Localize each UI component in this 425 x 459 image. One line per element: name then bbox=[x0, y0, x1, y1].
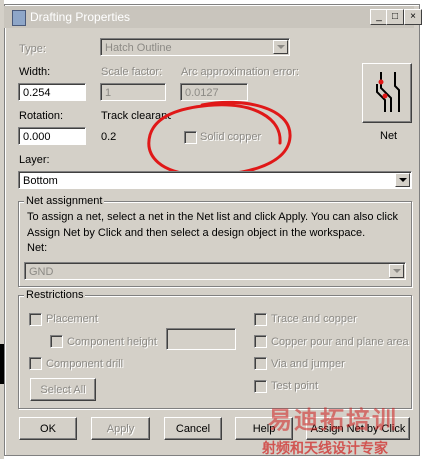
app-icon bbox=[12, 10, 26, 26]
watermark-line1: 易迪拓培训 bbox=[268, 407, 398, 434]
rotation-input[interactable]: 0.000 bbox=[18, 127, 86, 145]
arc-approximation-label: Arc approximation error: bbox=[181, 66, 299, 78]
trace-copper-label: Trace and copper bbox=[271, 313, 357, 325]
via-jumper-label: Via and jumper bbox=[271, 358, 345, 370]
test-point-checkbox[interactable] bbox=[254, 380, 267, 393]
net-label: Net: bbox=[27, 242, 48, 254]
track-clearance-value: 0.2 bbox=[101, 131, 117, 143]
net-routing-icon bbox=[376, 72, 400, 112]
copper-pour-checkbox[interactable] bbox=[254, 335, 267, 348]
type-value: Hatch Outline bbox=[105, 42, 172, 54]
net-assignment-text-line2: Assign Net by Click and then select a de… bbox=[27, 227, 366, 239]
layer-combobox[interactable]: Bottom bbox=[18, 171, 412, 189]
ok-button[interactable]: OK bbox=[19, 417, 77, 440]
type-combobox[interactable]: Hatch Outline bbox=[100, 38, 290, 56]
net-icon-label: Net bbox=[380, 130, 398, 142]
net-assignment-text-line1: To assign a net, select a net in the Net… bbox=[27, 211, 398, 223]
close-button[interactable]: × bbox=[404, 9, 422, 25]
layer-dropdown-arrow-icon[interactable] bbox=[395, 173, 410, 187]
component-height-input[interactable] bbox=[166, 328, 236, 350]
component-drill-label: Component drill bbox=[46, 358, 124, 370]
cancel-button[interactable]: Cancel bbox=[164, 417, 222, 440]
net-assignment-title: Net assignment bbox=[24, 195, 105, 207]
title-bar[interactable]: Drafting Properties _ □ × bbox=[4, 6, 422, 28]
net-value: GND bbox=[29, 266, 54, 278]
placement-label: Placement bbox=[46, 313, 98, 325]
net-combobox[interactable]: GND bbox=[24, 262, 406, 280]
width-input[interactable]: 0.254 bbox=[18, 83, 86, 101]
watermark-line2: 射频和天线设计专家 bbox=[262, 440, 388, 456]
maximize-button[interactable]: □ bbox=[386, 9, 404, 25]
trace-copper-checkbox[interactable] bbox=[254, 313, 267, 326]
width-label: Width: bbox=[19, 66, 51, 78]
copper-pour-label: Copper pour and plane area bbox=[271, 336, 409, 348]
net-icon-button[interactable] bbox=[362, 63, 412, 123]
component-height-label: Component height bbox=[67, 336, 157, 348]
type-label: Type: bbox=[19, 43, 46, 55]
window-title: Drafting Properties bbox=[30, 10, 131, 24]
select-all-button[interactable]: Select All bbox=[30, 378, 96, 401]
type-dropdown-arrow-icon[interactable] bbox=[273, 40, 288, 54]
component-height-checkbox[interactable] bbox=[50, 335, 63, 348]
placement-checkbox[interactable] bbox=[29, 313, 42, 326]
net-dropdown-arrow-icon[interactable] bbox=[389, 264, 404, 278]
component-drill-checkbox[interactable] bbox=[29, 357, 42, 370]
rotation-label: Rotation: bbox=[19, 110, 64, 122]
layer-label: Layer: bbox=[19, 154, 50, 166]
apply-button[interactable]: Apply bbox=[91, 417, 150, 440]
test-point-label: Test point bbox=[271, 380, 319, 392]
layer-value: Bottom bbox=[23, 175, 58, 187]
scale-factor-label: Scale factor: bbox=[101, 66, 163, 78]
restrictions-title: Restrictions bbox=[24, 289, 86, 301]
via-jumper-checkbox[interactable] bbox=[254, 357, 267, 370]
